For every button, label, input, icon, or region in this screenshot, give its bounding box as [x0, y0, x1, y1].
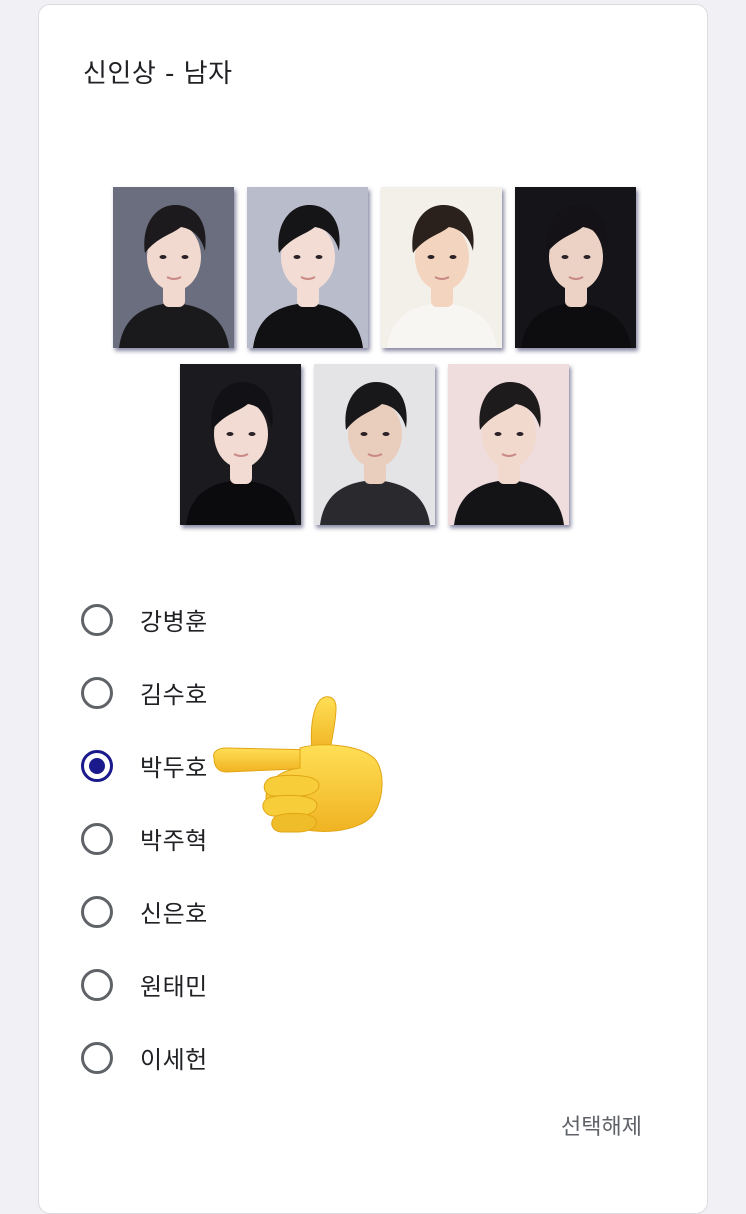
photo-row-top — [39, 187, 709, 348]
option-label: 박주혁 — [140, 827, 208, 855]
option-label: 원태민 — [140, 973, 208, 1001]
radio-option[interactable]: 강병훈 — [81, 583, 208, 656]
portrait-image — [514, 187, 636, 348]
portrait-image — [380, 187, 502, 348]
portrait-image — [313, 364, 435, 525]
candidate-photo-3 — [380, 187, 502, 348]
candidate-photo-5 — [179, 364, 301, 525]
backhand-index-pointing-left-icon — [213, 696, 383, 833]
radio-button[interactable] — [81, 1041, 113, 1074]
radio-option[interactable]: 김수호 — [81, 656, 208, 729]
question-title: 신인상 - 남자 — [83, 59, 233, 89]
option-label: 김수호 — [140, 681, 208, 709]
candidate-photo-7 — [447, 364, 569, 525]
radio-option[interactable]: 이세헌 — [81, 1021, 208, 1094]
candidate-photo-6 — [313, 364, 435, 525]
radio-button[interactable] — [81, 895, 113, 928]
radio-button[interactable] — [81, 676, 113, 709]
option-label: 신은호 — [140, 900, 208, 928]
candidate-photo-2 — [246, 187, 368, 348]
question-card: 신인상 - 남자 강병훈 김수호 박두호 박주혁 신은호 원태민 이세헌 선택해… — [38, 4, 708, 1214]
radio-button[interactable] — [81, 968, 113, 1001]
radio-option[interactable]: 박두호 — [81, 729, 208, 802]
option-label: 강병훈 — [140, 608, 208, 636]
radio-button[interactable] — [81, 749, 113, 782]
option-label: 박두호 — [140, 754, 208, 782]
portrait-image — [179, 364, 301, 525]
candidate-photo-1 — [112, 187, 234, 348]
option-label: 이세헌 — [140, 1046, 208, 1074]
radio-button[interactable] — [81, 603, 113, 636]
radio-option[interactable]: 신은호 — [81, 875, 208, 948]
radio-option-list: 강병훈 김수호 박두호 박주혁 신은호 원태민 이세헌 — [81, 583, 208, 1094]
photo-row-bottom — [39, 364, 709, 525]
radio-button[interactable] — [81, 822, 113, 855]
portrait-image — [246, 187, 368, 348]
clear-selection-button[interactable]: 선택해제 — [561, 1109, 642, 1141]
portrait-image — [112, 187, 234, 348]
portrait-image — [447, 364, 569, 525]
radio-option[interactable]: 원태민 — [81, 948, 208, 1021]
radio-option[interactable]: 박주혁 — [81, 802, 208, 875]
candidate-photo-4 — [514, 187, 636, 348]
candidate-photo-grid — [39, 187, 709, 541]
